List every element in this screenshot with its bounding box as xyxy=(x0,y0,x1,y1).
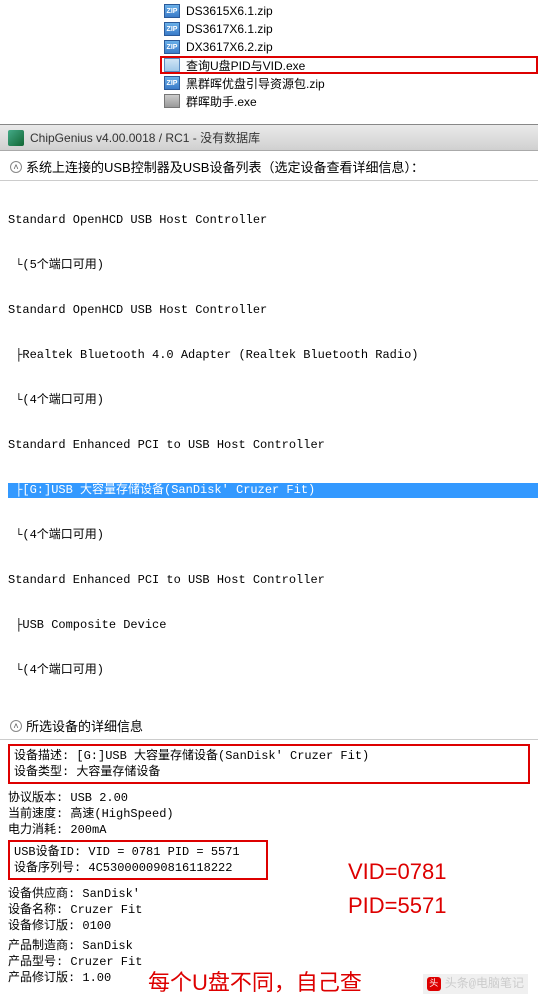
highlight-box-description: 设备描述: [G:]USB 大容量存储设备(SanDisk' Cruzer Fi… xyxy=(8,744,530,784)
detail-vendor: 设备供应商: SanDisk' xyxy=(8,886,530,902)
file-item[interactable]: ZIP DS3617X6.1.zip xyxy=(160,20,538,38)
detail-description: 设备描述: [G:]USB 大容量存储设备(SanDisk' Cruzer Fi… xyxy=(14,748,524,764)
highlight-box-ids: USB设备ID: VID = 0781 PID = 5571 设备序列号: 4C… xyxy=(8,840,268,880)
file-item[interactable]: 群晖助手.exe xyxy=(160,92,538,110)
section-label: 系统上连接的USB控制器及USB设备列表（选定设备查看详细信息）： xyxy=(26,157,424,176)
detail-usb-id: USB设备ID: VID = 0781 PID = 5571 xyxy=(14,844,262,860)
collapse-icon[interactable]: ˄ xyxy=(10,161,22,173)
window-title: ChipGenius v4.00.0018 / RC1 - 没有数据库 xyxy=(30,129,260,146)
detail-speed: 当前速度: 高速(HighSpeed) xyxy=(8,806,530,822)
tree-node[interactable]: Standard OpenHCD USB Host Controller xyxy=(8,303,530,318)
detail-serial: 设备序列号: 4C530000090816118222 xyxy=(14,860,262,876)
file-name: DX3617X6.2.zip xyxy=(186,40,273,54)
file-name: DS3617X6.1.zip xyxy=(186,22,273,36)
detail-protocol: 协议版本: USB 2.00 xyxy=(8,790,530,806)
app-window: ChipGenius v4.00.0018 / RC1 - 没有数据库 ˄ 系统… xyxy=(0,124,538,996)
application-icon xyxy=(164,58,180,72)
watermark: 头 头条@电脑笔记 xyxy=(423,974,528,994)
annotation-vid: VID=0781 xyxy=(348,864,446,880)
annotation-note: 每个U盘不同，自己查 xyxy=(148,975,362,991)
detail-name: 设备名称: Cruzer Fit xyxy=(8,902,530,918)
zip-archive-icon: ZIP xyxy=(164,76,180,90)
detail-power: 电力消耗: 200mA xyxy=(8,822,530,838)
file-item[interactable]: ZIP DX3617X6.2.zip xyxy=(160,38,538,56)
file-name: 群晖助手.exe xyxy=(186,93,257,110)
detail-model: 产品型号: Cruzer Fit xyxy=(8,954,530,970)
tree-node[interactable]: ├USB Composite Device xyxy=(8,618,530,633)
detail-revision: 设备修订版: 0100 xyxy=(8,918,530,934)
file-list: ZIP DS3615X6.1.zip ZIP DS3617X6.1.zip ZI… xyxy=(0,0,538,120)
tree-node[interactable]: └(4个端口可用) xyxy=(8,393,530,408)
section-header-devices: ˄ 系统上连接的USB控制器及USB设备列表（选定设备查看详细信息）： xyxy=(0,151,538,181)
section-header-details: ˄ 所选设备的详细信息 xyxy=(0,710,538,740)
title-bar[interactable]: ChipGenius v4.00.0018 / RC1 - 没有数据库 xyxy=(0,125,538,151)
zip-archive-icon: ZIP xyxy=(164,22,180,36)
annotation-pid: PID=5571 xyxy=(348,898,446,914)
device-tree: Standard OpenHCD USB Host Controller └(5… xyxy=(0,181,538,710)
zip-archive-icon: ZIP xyxy=(164,40,180,54)
watermark-icon: 头 xyxy=(427,977,441,991)
file-name: 查询U盘PID与VID.exe xyxy=(186,57,305,74)
tree-node[interactable]: Standard OpenHCD USB Host Controller xyxy=(8,213,530,228)
tree-node[interactable]: ├Realtek Bluetooth 4.0 Adapter (Realtek … xyxy=(8,348,530,363)
app-icon xyxy=(8,130,24,146)
tree-node[interactable]: └(4个端口可用) xyxy=(8,528,530,543)
tree-node[interactable]: └(5个端口可用) xyxy=(8,258,530,273)
zip-archive-icon: ZIP xyxy=(164,4,180,18)
tree-node[interactable]: Standard Enhanced PCI to USB Host Contro… xyxy=(8,438,530,453)
device-details: 设备描述: [G:]USB 大容量存储设备(SanDisk' Cruzer Fi… xyxy=(0,740,538,996)
file-item[interactable]: ZIP 黑群晖优盘引导资源包.zip xyxy=(160,74,538,92)
tree-node[interactable]: Standard Enhanced PCI to USB Host Contro… xyxy=(8,573,530,588)
detail-manufacturer: 产品制造商: SanDisk xyxy=(8,938,530,954)
file-name: DS3615X6.1.zip xyxy=(186,4,273,18)
detail-type: 设备类型: 大容量存储设备 xyxy=(14,764,524,780)
file-name: 黑群晖优盘引导资源包.zip xyxy=(186,75,325,92)
file-item[interactable]: ZIP DS3615X6.1.zip xyxy=(160,2,538,20)
section-label: 所选设备的详细信息 xyxy=(26,716,143,735)
tree-node[interactable]: └(4个端口可用) xyxy=(8,663,530,678)
watermark-text: 头条@电脑笔记 xyxy=(445,976,524,992)
application-icon xyxy=(164,94,180,108)
file-item-highlighted[interactable]: 查询U盘PID与VID.exe xyxy=(160,56,538,74)
tree-node-selected[interactable]: ├[G:]USB 大容量存储设备(SanDisk' Cruzer Fit) xyxy=(8,483,538,498)
collapse-icon[interactable]: ˄ xyxy=(10,720,22,732)
